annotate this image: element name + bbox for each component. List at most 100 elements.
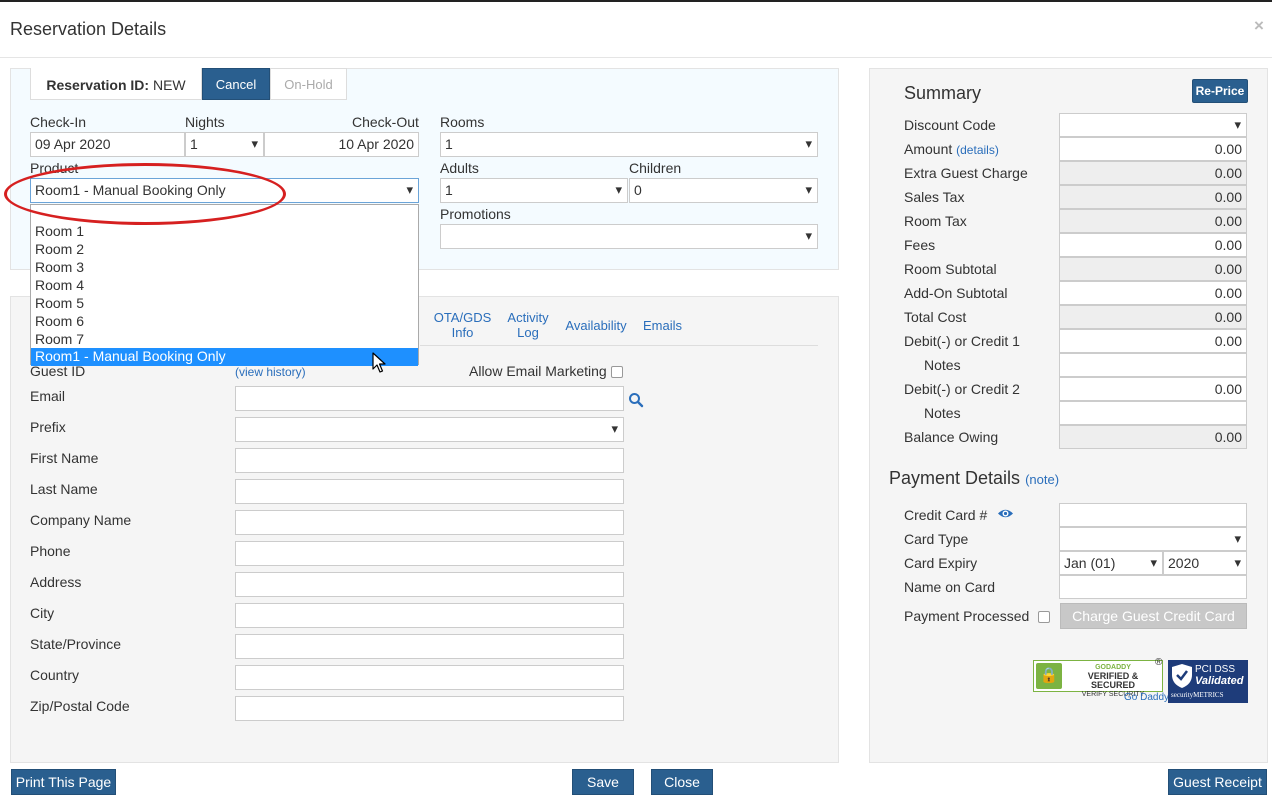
godaddy-badge[interactable]: 🔒 GODADDY VERIFIED & SECURED VERIFY SECU… bbox=[1033, 660, 1163, 698]
view-history-link[interactable]: (view history) bbox=[235, 365, 306, 379]
fees-input[interactable]: 0.00 bbox=[1059, 233, 1247, 257]
pci-line1: PCI DSS bbox=[1195, 664, 1236, 675]
product-option[interactable]: Room 7 bbox=[31, 331, 418, 349]
checkin-input[interactable]: 09 Apr 2020 bbox=[30, 132, 185, 157]
name-on-card-input[interactable] bbox=[1059, 575, 1247, 599]
discount-code-select[interactable] bbox=[1059, 113, 1247, 137]
nights-select[interactable]: 1 bbox=[185, 132, 264, 157]
email-input[interactable] bbox=[235, 386, 624, 411]
guest-receipt-button[interactable]: Guest Receipt bbox=[1168, 769, 1267, 795]
card-expiry-label: Card Expiry bbox=[904, 555, 978, 571]
total-cost-label: Total Cost bbox=[904, 309, 967, 325]
checkout-input[interactable]: 10 Apr 2020 bbox=[264, 132, 419, 157]
reservation-id-tab[interactable]: Reservation ID: NEW bbox=[30, 68, 202, 100]
tab-ota-line2: Info bbox=[451, 325, 474, 340]
country-input[interactable] bbox=[235, 665, 624, 690]
notes1-input[interactable] bbox=[1059, 353, 1247, 377]
address-input[interactable] bbox=[235, 572, 624, 597]
adults-select[interactable]: 1 bbox=[440, 178, 628, 203]
tab-ota-line1: OTA/GDS bbox=[433, 310, 492, 325]
payment-processed-checkbox[interactable] bbox=[1038, 611, 1050, 623]
debit2-input[interactable]: 0.00 bbox=[1059, 377, 1247, 401]
reprice-button[interactable]: Re-Price bbox=[1192, 79, 1248, 103]
tabs-divider bbox=[420, 345, 818, 346]
product-option-selected[interactable]: Room1 - Manual Booking Only bbox=[31, 348, 418, 366]
promotions-label: Promotions bbox=[440, 206, 511, 222]
product-option[interactable]: Room 4 bbox=[31, 277, 418, 295]
notes1-label: Notes bbox=[924, 357, 961, 373]
payment-processed-label: Payment Processed bbox=[904, 608, 1030, 624]
onhold-tab[interactable]: On-Hold bbox=[270, 68, 347, 100]
promotions-select[interactable] bbox=[440, 224, 818, 249]
children-select[interactable]: 0 bbox=[629, 178, 818, 203]
save-button[interactable]: Save bbox=[572, 769, 634, 795]
fees-label: Fees bbox=[904, 237, 936, 253]
card-type-select[interactable] bbox=[1059, 527, 1247, 551]
debit1-input[interactable]: 0.00 bbox=[1059, 329, 1247, 353]
tab-emails[interactable]: Emails bbox=[640, 318, 685, 333]
tab-ota-gds[interactable]: OTA/GDS Info bbox=[430, 310, 495, 340]
expiry-year-select[interactable]: 2020 bbox=[1163, 551, 1247, 575]
pci-line2: Validated bbox=[1195, 675, 1244, 687]
checkout-label: Check-Out bbox=[352, 114, 419, 130]
tab-availability[interactable]: Availability bbox=[563, 318, 629, 333]
eye-icon[interactable] bbox=[997, 507, 1014, 520]
zip-input[interactable] bbox=[235, 696, 624, 721]
cancel-tab[interactable]: Cancel bbox=[202, 68, 270, 100]
notes2-input[interactable] bbox=[1059, 401, 1247, 425]
annotation-ellipse bbox=[4, 163, 286, 225]
close-icon[interactable]: × bbox=[1254, 16, 1264, 36]
rooms-select[interactable]: 1 bbox=[440, 132, 818, 157]
total-cost-value: 0.00 bbox=[1059, 305, 1247, 329]
product-option[interactable]: Room 6 bbox=[31, 313, 418, 331]
cc-number-label: Credit Card # bbox=[904, 507, 988, 523]
product-dropdown-list[interactable]: Room 1 Room 2 Room 3 Room 4 Room 5 Room … bbox=[30, 204, 419, 366]
cc-number-input[interactable] bbox=[1059, 503, 1247, 527]
phone-input[interactable] bbox=[235, 541, 624, 566]
tab-activity-log[interactable]: Activity Log bbox=[503, 310, 553, 340]
notes2-label: Notes bbox=[924, 405, 961, 421]
payment-details-title: Payment Details (note) bbox=[889, 468, 1059, 489]
godaddy-line2: VERIFIED & SECURED bbox=[1087, 671, 1139, 690]
tab-activity-line1: Activity bbox=[507, 310, 549, 325]
debit1-label: Debit(-) or Credit 1 bbox=[904, 333, 1020, 349]
addon-subtotal-input[interactable]: 0.00 bbox=[1059, 281, 1247, 305]
balance-label: Balance Owing bbox=[904, 429, 999, 445]
city-input[interactable] bbox=[235, 603, 624, 628]
discount-code-label: Discount Code bbox=[904, 117, 996, 133]
amount-input[interactable]: 0.00 bbox=[1059, 137, 1247, 161]
product-option[interactable]: Room 3 bbox=[31, 259, 418, 277]
allow-marketing-label: Allow Email Marketing bbox=[469, 363, 607, 379]
summary-title: Summary bbox=[904, 83, 982, 103]
first-name-input[interactable] bbox=[235, 448, 624, 473]
children-label: Children bbox=[629, 160, 682, 176]
allow-marketing-checkbox[interactable] bbox=[611, 366, 623, 378]
product-option[interactable]: Room 5 bbox=[31, 295, 418, 313]
mouse-cursor-icon bbox=[372, 352, 386, 373]
amount-details-link[interactable]: (details) bbox=[956, 143, 999, 157]
company-label: Company Name bbox=[30, 512, 132, 528]
charge-card-button[interactable]: Charge Guest Credit Card bbox=[1060, 603, 1247, 629]
close-button[interactable]: Close bbox=[651, 769, 713, 795]
payment-note-link[interactable]: (note) bbox=[1025, 472, 1059, 487]
godaddy-link[interactable]: Go Daddy bbox=[1124, 692, 1169, 703]
expiry-month-select[interactable]: Jan (01) bbox=[1059, 551, 1163, 575]
state-input[interactable] bbox=[235, 634, 624, 659]
product-option[interactable]: Room 1 bbox=[31, 223, 418, 241]
name-on-card-label: Name on Card bbox=[904, 579, 996, 595]
shield-icon bbox=[1172, 664, 1192, 688]
rooms-label: Rooms bbox=[440, 114, 485, 130]
extra-guest-value: 0.00 bbox=[1059, 161, 1247, 185]
reservation-id-label: Reservation ID: bbox=[46, 77, 150, 93]
amount-label: Amount (details) bbox=[904, 141, 999, 157]
print-page-button[interactable]: Print This Page bbox=[11, 769, 116, 795]
prefix-select[interactable] bbox=[235, 417, 624, 442]
last-name-input[interactable] bbox=[235, 479, 624, 504]
search-icon[interactable] bbox=[628, 392, 644, 408]
company-input[interactable] bbox=[235, 510, 624, 535]
header-divider bbox=[0, 57, 1272, 58]
adults-label: Adults bbox=[440, 160, 479, 176]
product-option[interactable]: Room 2 bbox=[31, 241, 418, 259]
pci-dss-badge[interactable]: PCI DSS Validated securityMETRICS bbox=[1168, 660, 1248, 703]
addon-subtotal-label: Add-On Subtotal bbox=[904, 285, 1008, 301]
